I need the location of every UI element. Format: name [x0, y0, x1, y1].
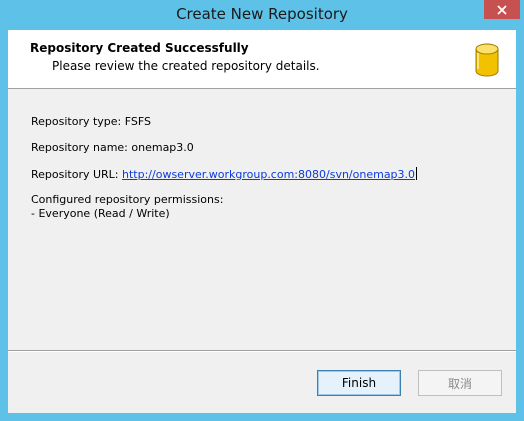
- header-subtitle: Please review the created repository det…: [52, 59, 320, 73]
- repository-url-link[interactable]: http://owserver.workgroup.com:8080/svn/o…: [122, 168, 415, 181]
- repository-url-row: Repository URL: http://owserver.workgrou…: [31, 167, 418, 181]
- title-bar[interactable]: Create New Repository: [0, 0, 524, 30]
- finish-button[interactable]: Finish: [317, 370, 401, 396]
- dialog-content: Repository Created Successfully Please r…: [8, 30, 516, 413]
- header-title: Repository Created Successfully: [30, 41, 249, 55]
- close-button[interactable]: [484, 0, 520, 19]
- window-title: Create New Repository: [176, 5, 348, 23]
- database-icon: [475, 43, 499, 77]
- repository-type: Repository type: FSFS: [31, 115, 151, 128]
- permissions-item: - Everyone (Read / Write): [31, 207, 170, 220]
- repository-name: Repository name: onemap3.0: [31, 141, 194, 154]
- repository-url-label: Repository URL:: [31, 168, 123, 181]
- cancel-button[interactable]: 取消: [418, 370, 502, 396]
- close-icon: [497, 4, 507, 15]
- permissions-heading: Configured repository permissions:: [31, 193, 224, 206]
- dialog-window: Create New Repository Repository Created…: [0, 0, 524, 421]
- wizard-header: Repository Created Successfully Please r…: [8, 30, 516, 89]
- text-caret: [416, 167, 418, 180]
- footer-divider: [8, 350, 516, 352]
